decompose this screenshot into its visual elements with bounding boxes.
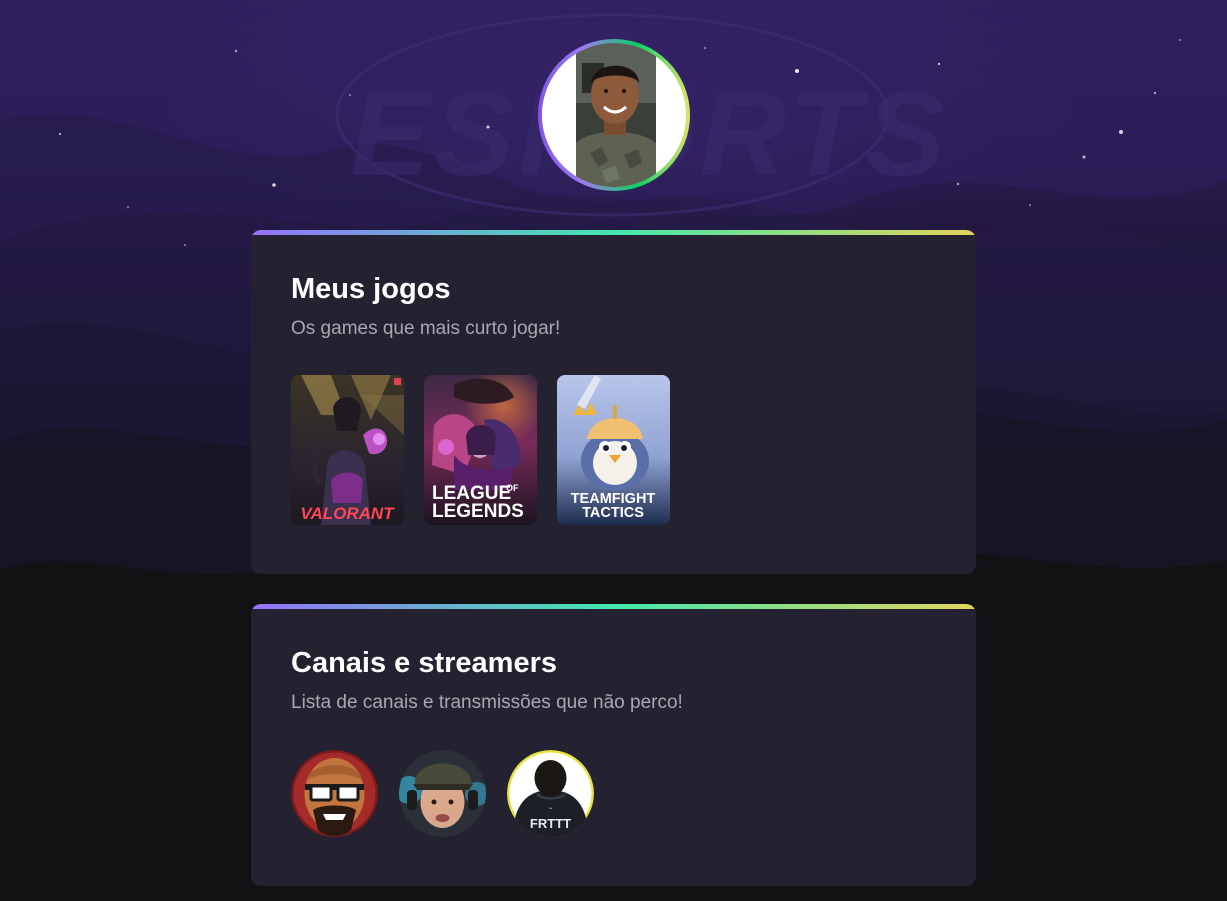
profile-photo xyxy=(542,43,686,187)
streamer-2-image xyxy=(399,750,486,837)
streamers-card: Canais e streamers Lista de canais e tra… xyxy=(251,604,976,886)
games-list: VALORANT LEAGUE OF LEGENDS TEAMFIGHT TAC… xyxy=(291,375,670,525)
profile-avatar-ring xyxy=(538,39,690,191)
games-subtitle: Os games que mais curto jogar! xyxy=(291,318,561,339)
tft-logo-line2: TACTICS xyxy=(582,505,644,521)
streamer-3-image: ⌁ FRTTT xyxy=(507,750,594,837)
streamer-avatar-1[interactable] xyxy=(291,750,378,837)
games-title: Meus jogos xyxy=(291,273,451,305)
game-teamfight-tactics[interactable]: TEAMFIGHT TACTICS xyxy=(557,375,670,525)
profile-avatar xyxy=(542,43,686,187)
league-logo-line2: LEGENDS xyxy=(432,501,524,522)
valorant-logo: VALORANT xyxy=(300,504,395,523)
streamers-list: ⌁ FRTTT xyxy=(291,750,594,837)
game-valorant[interactable]: VALORANT xyxy=(291,375,404,525)
valorant-cover: VALORANT xyxy=(291,375,404,525)
league-cover: LEAGUE OF LEGENDS xyxy=(424,375,537,525)
streamer-3-shirt-text: FRTTT xyxy=(530,816,571,831)
tft-cover: TEAMFIGHT TACTICS xyxy=(557,375,670,525)
streamers-subtitle: Lista de canais e transmissões que não p… xyxy=(291,692,683,713)
league-logo-of: OF xyxy=(506,483,519,493)
streamer-1-image xyxy=(291,750,378,837)
game-league-of-legends[interactable]: LEAGUE OF LEGENDS xyxy=(424,375,537,525)
games-card: Meus jogos Os games que mais curto jogar… xyxy=(251,230,976,574)
streamers-title: Canais e streamers xyxy=(291,647,557,679)
streamer-avatar-2[interactable] xyxy=(399,750,486,837)
streamer-avatar-3[interactable]: ⌁ FRTTT xyxy=(507,750,594,837)
svg-text:⌁: ⌁ xyxy=(549,806,553,812)
